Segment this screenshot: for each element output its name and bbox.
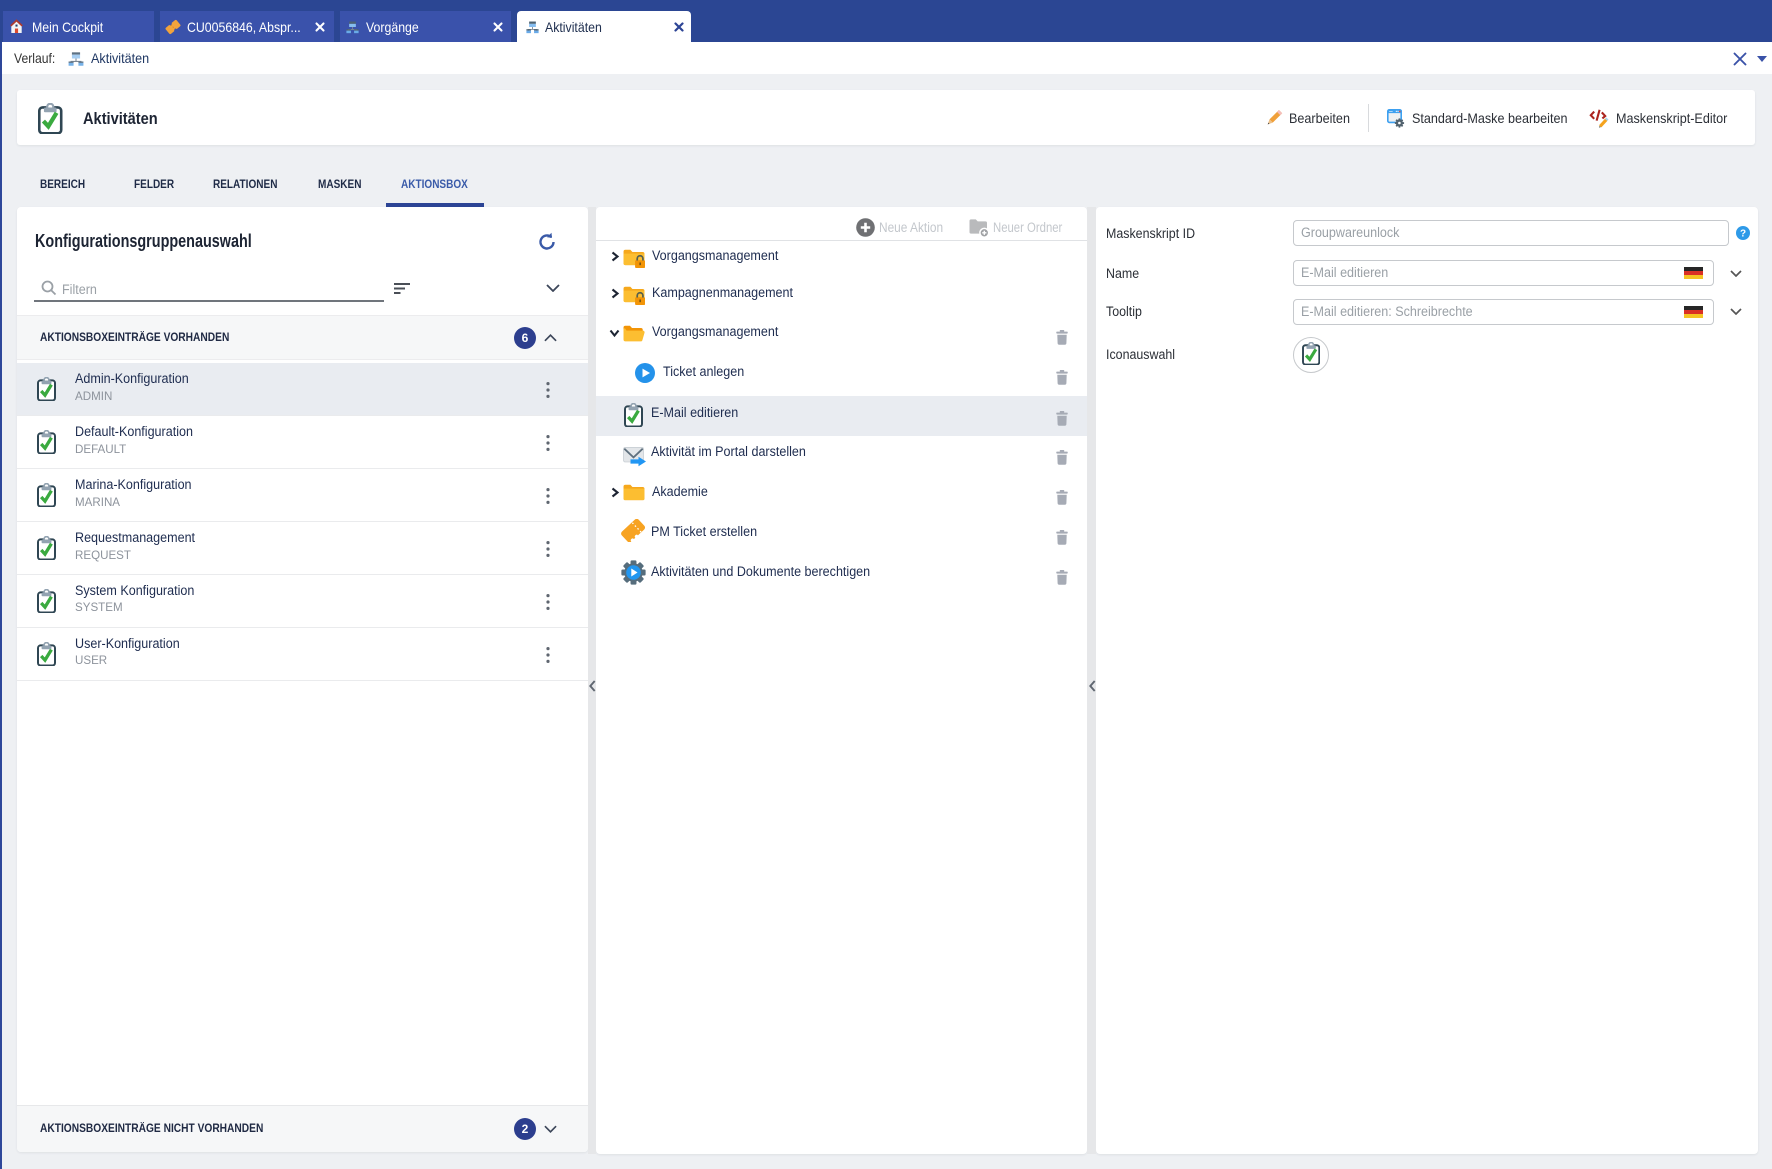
svg-text:?: ? — [1739, 229, 1745, 240]
